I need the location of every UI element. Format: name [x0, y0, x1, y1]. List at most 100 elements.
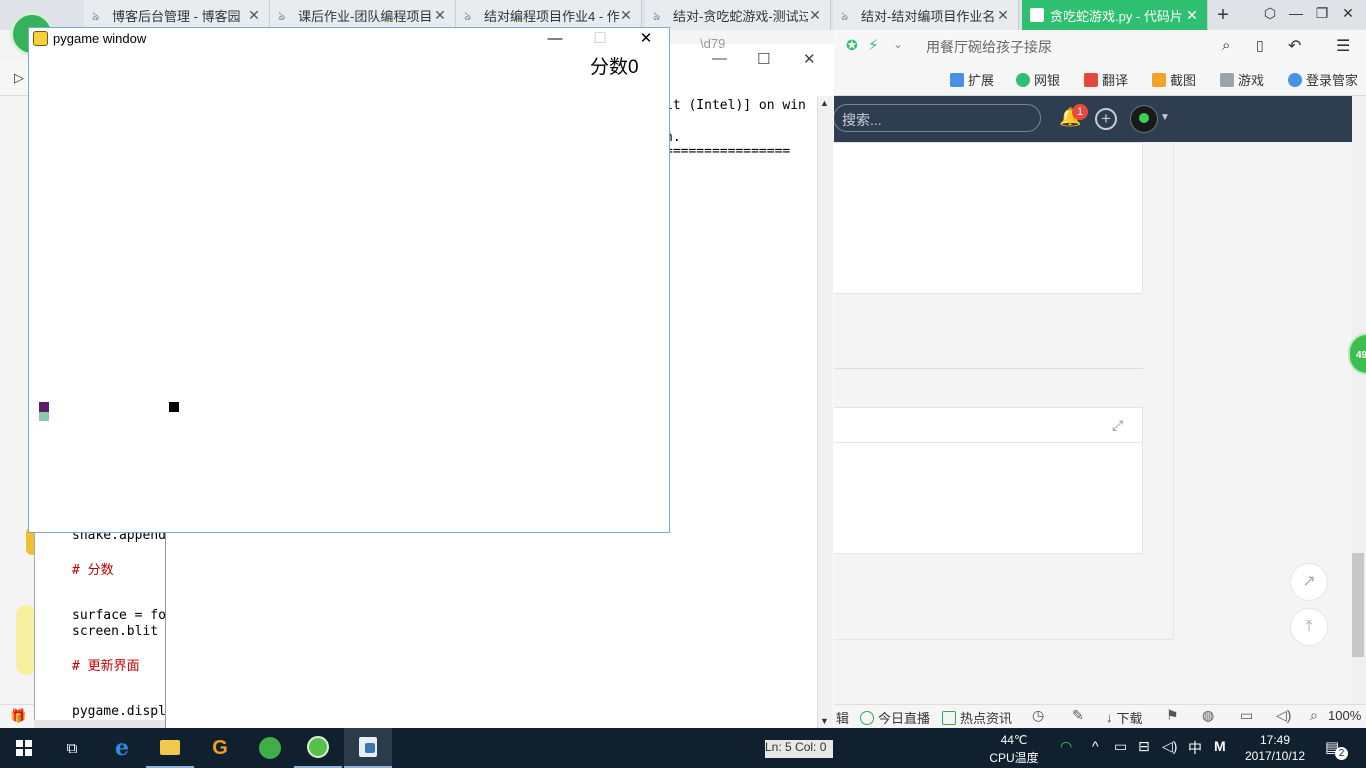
- flag-icon[interactable]: ⚑: [1166, 707, 1179, 724]
- close-icon[interactable]: ✕: [1185, 7, 1199, 24]
- zoom-icon[interactable]: ⌕: [1310, 707, 1318, 724]
- clock-time[interactable]: 17:49: [1240, 733, 1310, 747]
- maximize-icon[interactable]: ☐: [757, 50, 770, 68]
- app-g-button[interactable]: G: [196, 728, 244, 768]
- close-icon[interactable]: ✕: [631, 28, 661, 50]
- menu-icon[interactable]: ☰: [1336, 36, 1350, 56]
- screenshot-button[interactable]: 截图: [1152, 70, 1196, 89]
- tab-label: 结对-贪吃蛇游戏-测试过: [673, 8, 808, 24]
- pygame-window[interactable]: [28, 27, 670, 533]
- chevron-up-icon[interactable]: ^: [1092, 738, 1099, 754]
- close-icon[interactable]: ✕: [808, 7, 822, 24]
- gift-icon[interactable]: 🎁: [10, 708, 26, 724]
- scroll-up-icon[interactable]: ▲: [820, 98, 829, 108]
- ime-mode-indicator[interactable]: M: [1214, 738, 1226, 754]
- tab-homework[interactable]: ঌ 课后作业-团队编程项目 ✕: [270, 0, 456, 30]
- share-icon[interactable]: ↗: [1290, 563, 1328, 601]
- python-button[interactable]: [344, 728, 392, 768]
- lightning-icon[interactable]: ⚡: [868, 36, 879, 54]
- cpu-temperature-label: CPU温度: [989, 751, 1039, 765]
- new-tab-button[interactable]: +: [1212, 4, 1234, 26]
- scroll-thumb[interactable]: [1352, 553, 1364, 657]
- close-window-icon[interactable]: ✕: [1336, 5, 1360, 25]
- cpu-temperature[interactable]: 44℃: [986, 733, 1042, 747]
- volume-icon[interactable]: ◁): [1162, 738, 1177, 755]
- tab-snake-code[interactable]: 贪吃蛇游戏.py - 代码片 ✕: [1022, 0, 1208, 30]
- tab-pair-project[interactable]: ঌ 结对编程项目作业4 - 作 ✕: [456, 0, 642, 30]
- undo-icon[interactable]: ↶: [1288, 36, 1301, 56]
- close-icon[interactable]: ✕: [433, 7, 447, 24]
- editor-hscrollbar[interactable]: [34, 720, 165, 728]
- close-icon[interactable]: ✕: [803, 50, 816, 68]
- volume-icon[interactable]: ◁): [1276, 707, 1291, 724]
- avatar[interactable]: [1130, 105, 1158, 133]
- tab-label: 贪吃蛇游戏.py - 代码片: [1050, 8, 1183, 24]
- status-label: 今日直播: [878, 711, 931, 726]
- tab-pair-name[interactable]: ঌ 结对-结对编项目作业名 ✕: [833, 0, 1019, 30]
- phone-icon[interactable]: ▯: [1256, 37, 1264, 54]
- live-button[interactable]: 今日直播: [860, 708, 930, 727]
- sidebar-toggle-icon[interactable]: ▷: [14, 70, 24, 86]
- close-icon[interactable]: ✕: [619, 7, 633, 24]
- minimize-icon[interactable]: —: [540, 28, 570, 50]
- folder-icon: [160, 739, 180, 755]
- pygame-snake-icon: [33, 31, 48, 46]
- scissors-icon: [1152, 72, 1166, 87]
- chevron-down-icon[interactable]: ▼: [1160, 112, 1170, 123]
- task-view-icon: ⧉: [66, 739, 78, 757]
- translate-button[interactable]: 翻译: [1084, 70, 1128, 89]
- close-icon[interactable]: ✕: [996, 7, 1010, 24]
- shell-scrollbar[interactable]: [817, 96, 833, 728]
- tab-snake-test[interactable]: ঌ 结对-贪吃蛇游戏-测试过 ✕: [645, 0, 831, 30]
- edge-button[interactable]: e: [98, 728, 146, 768]
- back-to-top-icon[interactable]: ⤒: [1290, 608, 1328, 646]
- expand-icon[interactable]: ⤢: [1112, 417, 1123, 434]
- minimize-icon[interactable]: —: [712, 50, 727, 67]
- code-comment[interactable]: # 分数: [72, 559, 114, 578]
- netbank-button[interactable]: 网银: [1016, 70, 1060, 89]
- battery-icon[interactable]: ▭: [1114, 738, 1127, 755]
- task-view-button[interactable]: ⧉: [48, 728, 96, 768]
- code-line[interactable]: pygame.displ: [72, 704, 166, 719]
- blog-search-input[interactable]: 搜索...: [833, 104, 1041, 132]
- tab-blog-admin[interactable]: ঌ 博客后台管理 - 博客园 ✕: [84, 0, 270, 30]
- snake-head: [39, 402, 49, 412]
- speed-icon[interactable]: ◷: [1032, 707, 1044, 724]
- skin-icon[interactable]: ⬡: [1258, 5, 1282, 25]
- close-icon[interactable]: ✕: [247, 7, 261, 24]
- chevron-down-icon[interactable]: ⌄: [893, 37, 903, 51]
- shield-icon: [1016, 72, 1030, 87]
- add-icon[interactable]: +: [1095, 108, 1117, 130]
- notification-count-badge: 2: [1335, 747, 1348, 760]
- tools-icon[interactable]: ✎: [1072, 707, 1084, 724]
- ime-indicator[interactable]: 中: [1188, 738, 1202, 758]
- code-line[interactable]: screen.blit: [72, 624, 158, 639]
- code-comment[interactable]: # 更新界面: [72, 655, 140, 674]
- security-icon[interactable]: ✪: [846, 37, 858, 54]
- address-suggestion[interactable]: 用餐厅碗给孩子接尿: [926, 37, 1052, 57]
- windows-logo-icon: [16, 740, 32, 756]
- file-explorer-button[interactable]: [146, 728, 194, 768]
- wifi-icon[interactable]: ◠: [1060, 738, 1072, 755]
- network-icon[interactable]: ⊟: [1138, 738, 1150, 755]
- zoom-level[interactable]: 100%: [1328, 708, 1361, 723]
- restore-icon[interactable]: ❐: [1310, 5, 1334, 25]
- clean-icon[interactable]: ◍: [1202, 707, 1214, 724]
- tab-label: 结对编程项目作业4 - 作: [484, 8, 619, 24]
- download-button[interactable]: ↓ 下载: [1106, 708, 1143, 727]
- 360-browser-button[interactable]: [294, 728, 342, 768]
- search-icon[interactable]: ⌕: [1222, 37, 1230, 54]
- start-button[interactable]: [0, 728, 48, 768]
- wifi-app-button[interactable]: [246, 728, 294, 768]
- minimize-icon[interactable]: —: [1284, 5, 1308, 25]
- code-line[interactable]: surface = fo: [72, 608, 166, 623]
- window-icon[interactable]: ▭: [1240, 707, 1253, 724]
- divider: [833, 368, 1143, 369]
- games-button[interactable]: 游戏: [1220, 70, 1264, 89]
- extension-button[interactable]: 扩展: [950, 70, 994, 89]
- scroll-down-icon[interactable]: ▼: [820, 716, 829, 726]
- login-manager-button[interactable]: 登录管家: [1288, 70, 1358, 89]
- clock-date[interactable]: 2017/10/12: [1240, 749, 1310, 763]
- ext-label: 登录管家: [1306, 73, 1359, 88]
- news-button[interactable]: 热点资讯: [942, 708, 1012, 727]
